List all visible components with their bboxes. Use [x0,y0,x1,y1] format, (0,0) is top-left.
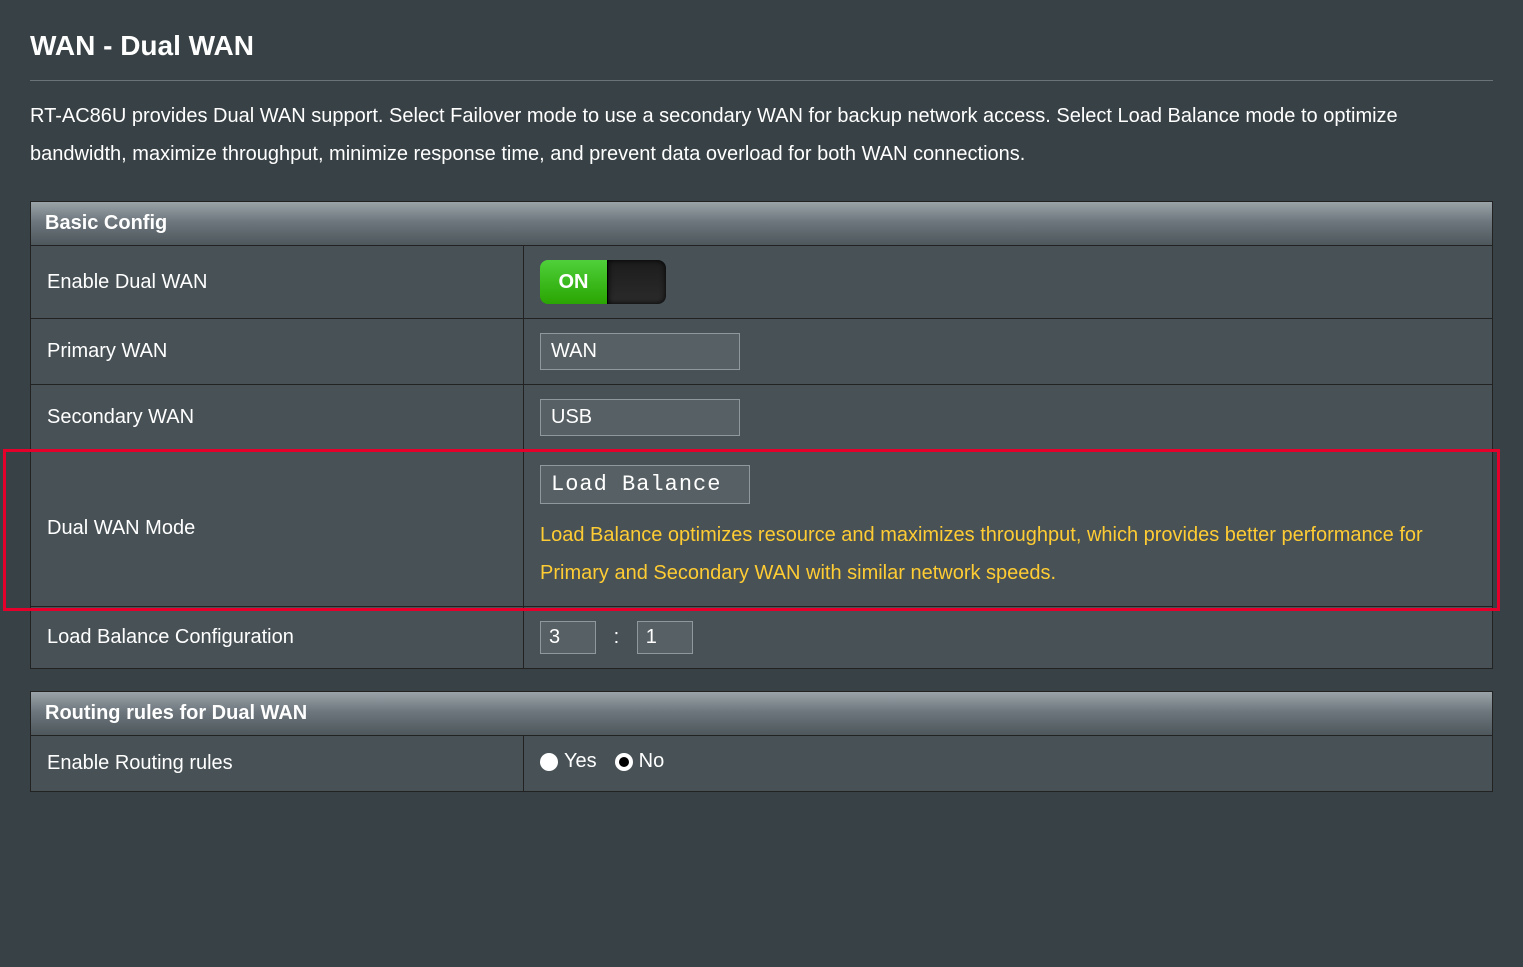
label-primary-wan: Primary WAN [31,319,524,385]
routing-rules-table: Enable Routing rules Yes No [31,736,1492,791]
basic-config-table: Enable Dual WAN ON Primary WAN WAN Seco [31,246,1492,668]
select-dual-wan-mode[interactable]: Load Balance [540,465,750,504]
select-primary-wan-value: WAN [551,340,597,362]
routing-rules-header: Routing rules for Dual WAN [31,692,1492,736]
label-secondary-wan: Secondary WAN [31,385,524,451]
dual-wan-mode-hint: Load Balance optimizes resource and maxi… [540,516,1476,592]
toggle-enable-dual-wan[interactable]: ON [540,260,666,304]
toggle-on-label: ON [540,260,607,304]
select-primary-wan[interactable]: WAN [540,333,740,370]
label-load-balance-config: Load Balance Configuration [31,607,524,669]
page-title: WAN - Dual WAN [30,30,1493,62]
routing-rules-section: Routing rules for Dual WAN Enable Routin… [30,691,1493,792]
toggle-knob [607,260,666,304]
row-load-balance-config: Load Balance Configuration 3 : 1 [31,607,1492,669]
radio-dot-icon [540,753,558,771]
select-secondary-wan-value: USB [551,406,592,428]
page-description: RT-AC86U provides Dual WAN support. Sele… [30,97,1493,173]
basic-config-header: Basic Config [31,202,1492,246]
row-enable-routing-rules: Enable Routing rules Yes No [31,736,1492,791]
select-secondary-wan[interactable]: USB [540,399,740,436]
page-content: WAN - Dual WAN RT-AC86U provides Dual WA… [0,0,1523,792]
radio-routing-no[interactable]: No [615,750,665,773]
input-lb-secondary[interactable]: 1 [637,621,693,654]
row-dual-wan-mode: Dual WAN Mode Load Balance Load Balance … [31,451,1492,607]
radio-routing-yes[interactable]: Yes [540,750,597,773]
lb-separator: : [602,626,632,649]
radio-dot-icon [615,753,633,771]
radio-yes-label: Yes [564,750,597,773]
row-enable-dual-wan: Enable Dual WAN ON [31,246,1492,319]
label-enable-dual-wan: Enable Dual WAN [31,246,524,319]
divider [30,80,1493,81]
select-dual-wan-mode-value: Load Balance [551,472,721,497]
radio-no-label: No [639,750,665,773]
radio-group-routing: Yes No [540,750,664,773]
label-dual-wan-mode: Dual WAN Mode [31,451,524,607]
basic-config-section: Basic Config Enable Dual WAN ON Primary … [30,201,1493,669]
row-primary-wan: Primary WAN WAN [31,319,1492,385]
input-lb-primary[interactable]: 3 [540,621,596,654]
row-secondary-wan: Secondary WAN USB [31,385,1492,451]
label-enable-routing-rules: Enable Routing rules [31,736,524,791]
